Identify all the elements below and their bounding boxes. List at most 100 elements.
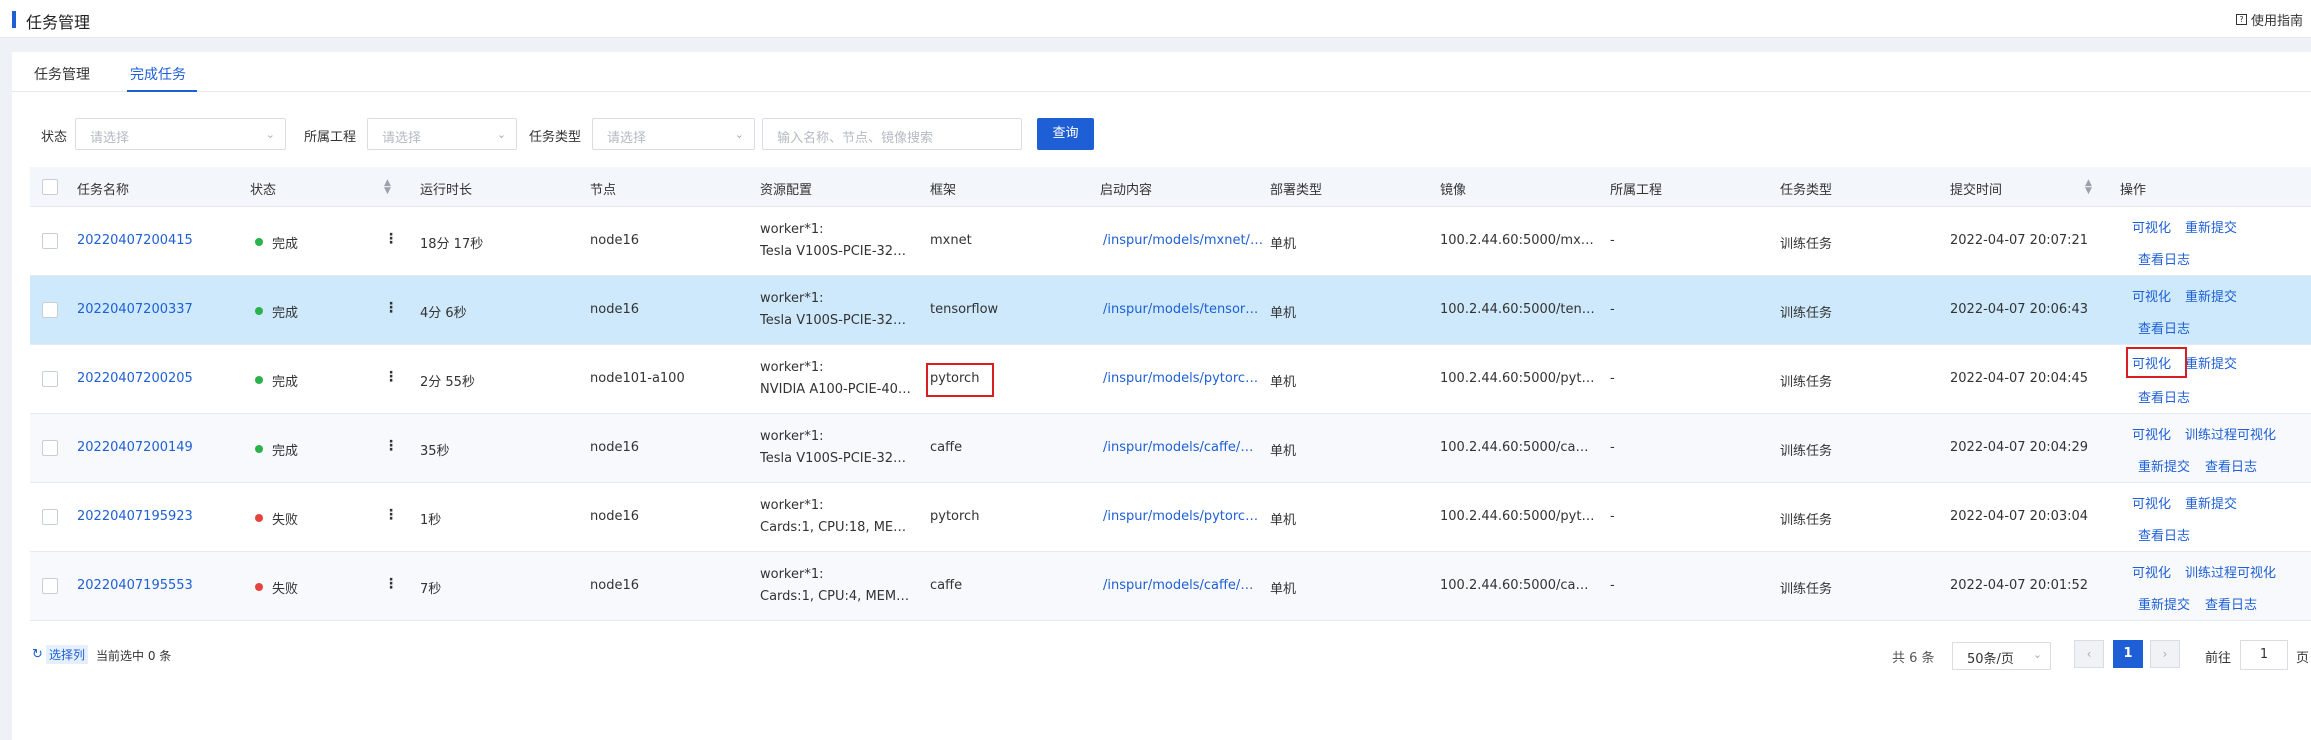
active-tab-indicator: [127, 90, 197, 92]
view-log-link[interactable]: 查看日志: [2138, 387, 2190, 406]
view-log-link[interactable]: 查看日志: [2205, 594, 2257, 613]
task-name-link[interactable]: 20220407200415: [77, 233, 193, 248]
resource-line-1: worker*1:: [760, 360, 824, 375]
task-type: 训练任务: [1780, 375, 1833, 390]
view-log-link[interactable]: 查看日志: [2138, 525, 2190, 544]
task-name-link[interactable]: 20220407200205: [77, 371, 193, 386]
chevron-down-icon: ⌄: [265, 128, 275, 141]
more-icon[interactable]: ⋮: [384, 507, 398, 523]
training-visualize-link[interactable]: 训练过程可视化: [2185, 424, 2276, 443]
visualize-link[interactable]: 可视化: [2132, 217, 2171, 236]
col-framework: 框架: [930, 183, 957, 198]
status-success-icon: [255, 376, 263, 384]
deploy-type: 单机: [1270, 582, 1297, 597]
visualize-link[interactable]: 可视化: [2132, 562, 2171, 581]
task-name-link[interactable]: 20220407195923: [77, 509, 193, 524]
col-task-type: 任务类型: [1780, 183, 1833, 198]
type-select[interactable]: 请选择 ⌄: [592, 118, 755, 150]
guide-link[interactable]: ? 使用指南: [2235, 10, 2303, 29]
project: -: [1610, 233, 1615, 248]
deploy-type: 单机: [1270, 444, 1297, 459]
resubmit-link[interactable]: 重新提交: [2185, 353, 2237, 372]
tab-task-management[interactable]: 任务管理: [34, 64, 90, 84]
launch-content-link[interactable]: /inspur/models/pytorch/m: [1103, 509, 1265, 524]
more-icon[interactable]: ⋮: [384, 576, 398, 592]
page-1-button[interactable]: 1: [2113, 640, 2143, 668]
duration: 4分 6秒: [420, 306, 467, 321]
col-duration: 运行时长: [420, 183, 473, 198]
row-checkbox[interactable]: [42, 302, 58, 318]
launch-content-link[interactable]: /inspur/models/caffe/mnis: [1103, 440, 1265, 455]
image: 100.2.44.60:5000/caff…: [1440, 440, 1595, 455]
search-placeholder: 输入名称、节点、镜像搜索: [777, 131, 934, 146]
row-checkbox[interactable]: [42, 233, 58, 249]
resubmit-link[interactable]: 重新提交: [2185, 286, 2237, 305]
sort-icon[interactable]: ▲ ▼: [2085, 179, 2092, 196]
resource-line-2: Tesla V100S-PCIE-32…: [760, 313, 907, 328]
page-size-select[interactable]: 50条/页 ⌄: [1952, 642, 2051, 670]
row-checkbox[interactable]: [42, 440, 58, 456]
task-name-link[interactable]: 20220407200149: [77, 440, 193, 455]
visualize-link[interactable]: 可视化: [2132, 424, 2171, 443]
launch-content-link[interactable]: /inspur/models/tensorflow: [1103, 302, 1265, 317]
deploy-type: 单机: [1270, 375, 1297, 390]
project: -: [1610, 509, 1615, 524]
view-log-link[interactable]: 查看日志: [2138, 318, 2190, 337]
status-failed-icon: [255, 514, 263, 522]
tab-completed-tasks[interactable]: 完成任务: [130, 64, 186, 84]
query-button[interactable]: 查询: [1037, 118, 1094, 150]
launch-content-link[interactable]: /inspur/models/mxnet/mx_: [1103, 233, 1265, 248]
more-icon[interactable]: ⋮: [384, 369, 398, 385]
visualize-link[interactable]: 可视化: [2132, 493, 2171, 512]
status-text: 完成: [272, 375, 299, 390]
task-name-link[interactable]: 20220407200337: [77, 302, 193, 317]
image: 100.2.44.60:5000/pyto…: [1440, 509, 1595, 524]
prev-page-button[interactable]: ‹: [2074, 640, 2104, 668]
framework: tensorflow: [930, 302, 999, 317]
launch-content-link[interactable]: /inspur/models/pytorch/m: [1103, 371, 1265, 386]
tab-bar: 任务管理 完成任务: [12, 52, 2311, 92]
status-text: 失败: [272, 513, 299, 528]
launch-content-link[interactable]: /inspur/models/caffe/mnis: [1103, 578, 1265, 593]
framework: pytorch: [930, 509, 980, 524]
row-checkbox[interactable]: [42, 371, 58, 387]
row-checkbox[interactable]: [42, 509, 58, 525]
task-name-link[interactable]: 20220407195553: [77, 578, 193, 593]
guide-icon: ?: [2235, 14, 2247, 25]
main-panel: 任务管理 完成任务 状态 请选择 ⌄ 所属工程 请选择 ⌄ 任务类型 请选择 ⌄…: [12, 52, 2311, 740]
goto-page-input[interactable]: 1: [2240, 640, 2288, 670]
visualize-link[interactable]: 可视化: [2132, 286, 2171, 305]
status-failed-icon: [255, 583, 263, 591]
status-select[interactable]: 请选择 ⌄: [75, 118, 286, 150]
resubmit-link[interactable]: 重新提交: [2185, 493, 2237, 512]
visualize-link[interactable]: 可视化: [2132, 353, 2171, 372]
guide-label: 使用指南: [2250, 14, 2303, 29]
sort-icon[interactable]: ▲ ▼: [384, 179, 391, 196]
training-visualize-link[interactable]: 训练过程可视化: [2185, 562, 2276, 581]
view-log-link[interactable]: 查看日志: [2205, 456, 2257, 475]
node: node16: [590, 509, 639, 524]
project-select[interactable]: 请选择 ⌄: [367, 118, 517, 150]
more-icon[interactable]: ⋮: [384, 438, 398, 454]
select-columns-button[interactable]: 选择列: [46, 645, 89, 664]
search-input[interactable]: 输入名称、节点、镜像搜索: [762, 118, 1022, 150]
goto-label: 前往: [2205, 651, 2232, 666]
refresh-icon[interactable]: ↻: [32, 647, 43, 662]
select-all-checkbox[interactable]: [42, 179, 58, 195]
resource-line-1: worker*1:: [760, 429, 824, 444]
resubmit-link[interactable]: 重新提交: [2138, 594, 2190, 613]
more-icon[interactable]: ⋮: [384, 231, 398, 247]
resource-line-2: Cards:1, CPU:18, ME…: [760, 520, 907, 535]
framework: mxnet: [930, 233, 972, 248]
next-page-button[interactable]: ›: [2150, 640, 2180, 668]
submit-time: 2022-04-07 20:04:45: [1950, 371, 2089, 386]
framework: pytorch: [930, 371, 980, 386]
resource-line-1: worker*1:: [760, 291, 824, 306]
resubmit-link[interactable]: 重新提交: [2138, 456, 2190, 475]
page-size-value: 50条/页: [1967, 652, 2014, 667]
col-image: 镜像: [1440, 183, 1467, 198]
resubmit-link[interactable]: 重新提交: [2185, 217, 2237, 236]
more-icon[interactable]: ⋮: [384, 300, 398, 316]
view-log-link[interactable]: 查看日志: [2138, 249, 2190, 268]
row-checkbox[interactable]: [42, 578, 58, 594]
